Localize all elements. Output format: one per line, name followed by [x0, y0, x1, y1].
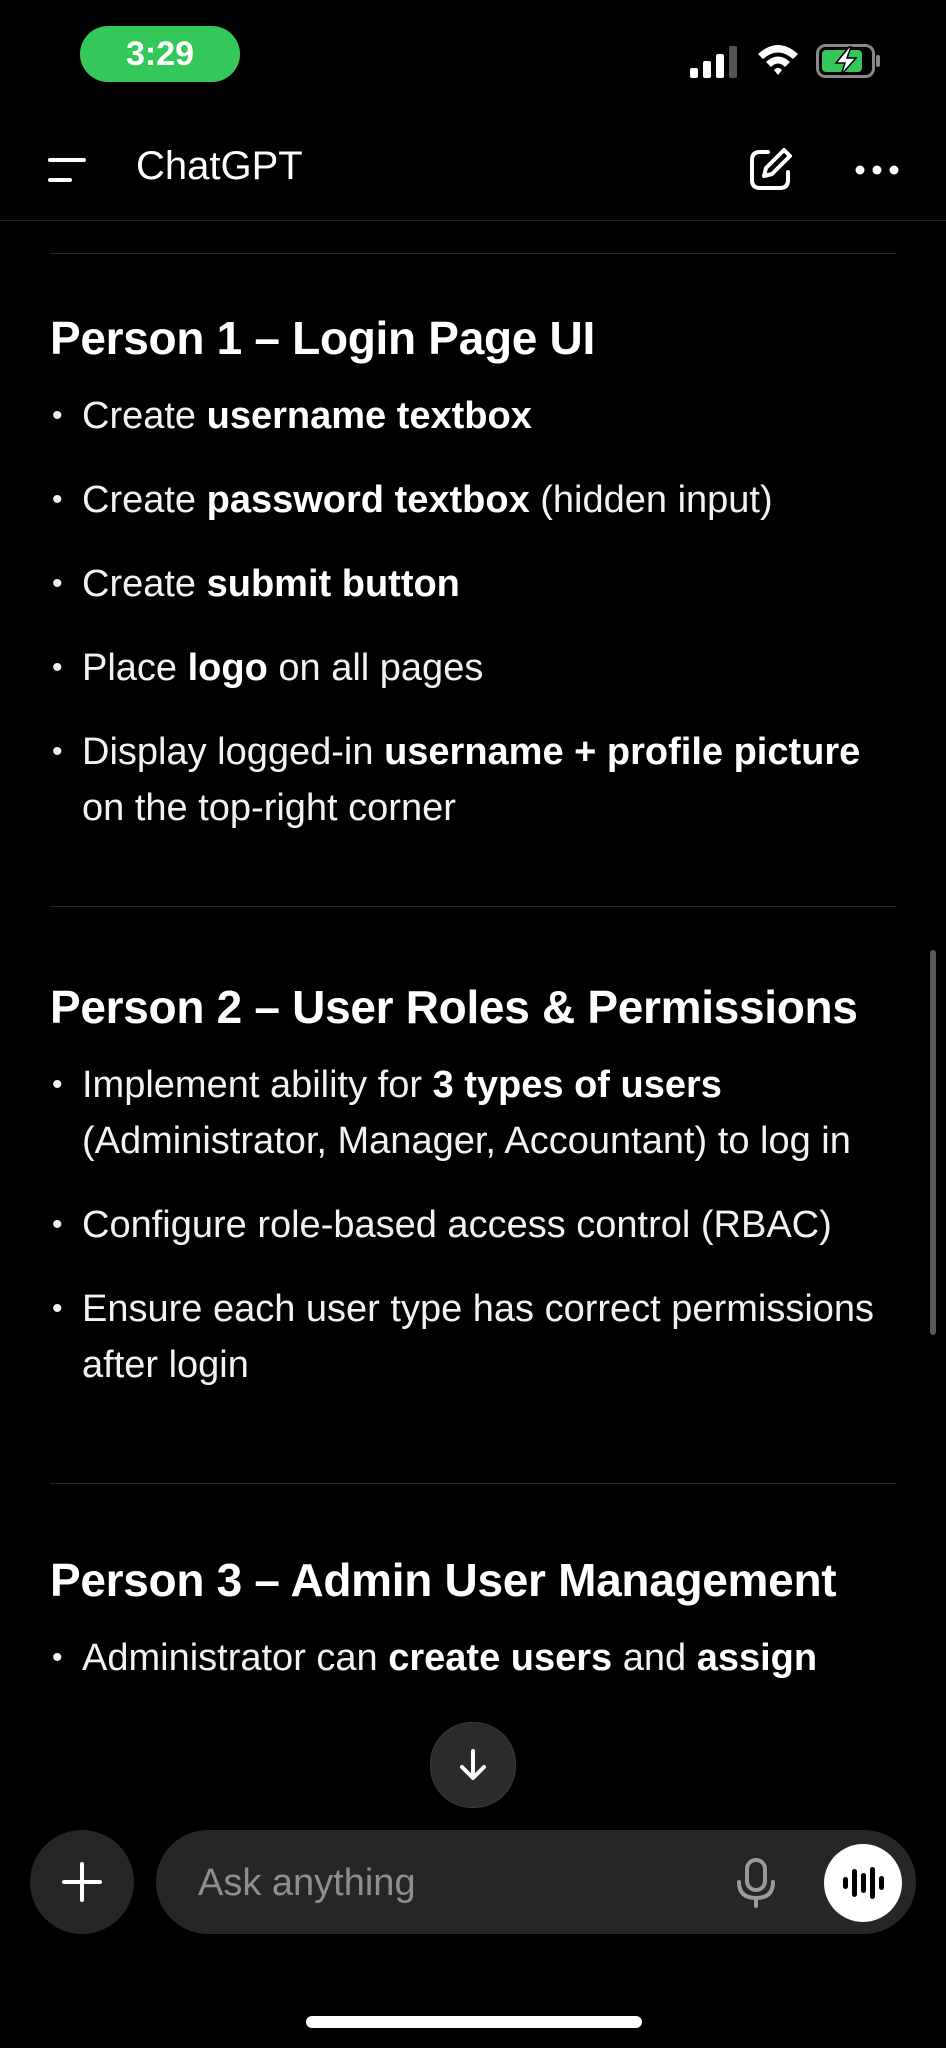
text-segment: Administrator can — [82, 1637, 389, 1679]
text-segment: (hidden input) — [529, 479, 773, 521]
bold-text: assign — [696, 1637, 818, 1679]
bold-text: password textbox — [206, 479, 530, 521]
text-segment: Ensure each user type has correct permis… — [82, 1288, 875, 1386]
composer — [156, 1830, 916, 1934]
menu-icon[interactable] — [44, 154, 90, 186]
battery-charging-icon — [816, 44, 880, 78]
plus-icon — [62, 1862, 102, 1902]
bullet-list: Administrator can create users and assig… — [50, 1630, 896, 1686]
list-item: Administrator can create users and assig… — [50, 1630, 896, 1686]
text-segment: Create — [82, 479, 207, 521]
app-title: ChatGPT — [136, 144, 303, 188]
compose-icon[interactable] — [746, 144, 796, 194]
bold-text: 3 types of users — [432, 1064, 722, 1106]
text-segment: on all pages — [267, 647, 484, 689]
message-input[interactable] — [196, 1854, 720, 1912]
microphone-icon[interactable] — [734, 1858, 778, 1908]
voice-mode-icon — [843, 1867, 884, 1899]
bold-text: create users — [388, 1637, 613, 1679]
section-person-1: Person 1 – Login Page UI Create username… — [0, 254, 946, 836]
cellular-signal-icon — [690, 46, 737, 78]
list-item: Configure role-based access control (RBA… — [50, 1197, 896, 1253]
section-title: Person 2 – User Roles & Permissions — [50, 981, 858, 1033]
status-bar: 3:29 — [0, 0, 946, 110]
bold-text: logo — [187, 647, 268, 689]
section-title: Person 3 – Admin User Management — [50, 1554, 837, 1606]
voice-mode-button[interactable] — [824, 1844, 902, 1922]
add-attachment-button[interactable] — [30, 1830, 134, 1934]
list-item: Create submit button — [50, 556, 896, 612]
section-title: Person 1 – Login Page UI — [50, 312, 595, 364]
text-segment: Create — [82, 563, 207, 605]
wifi-icon — [758, 45, 798, 75]
text-segment: Create — [82, 395, 207, 437]
app-header: ChatGPT — [0, 110, 946, 221]
list-item: Create password textbox (hidden input) — [50, 472, 896, 528]
bold-text: username textbox — [206, 395, 532, 437]
list-item: Place logo on all pages — [50, 640, 896, 696]
text-segment: Configure role-based access control (RBA… — [82, 1204, 832, 1246]
bold-text: username + profile picture — [384, 731, 861, 773]
text-segment: Place — [82, 647, 188, 689]
scroll-to-bottom-button[interactable] — [430, 1722, 516, 1808]
text-segment: Implement ability for — [82, 1064, 433, 1106]
chat-content: Person 1 – Login Page UI Create username… — [0, 221, 946, 1801]
arrow-down-icon — [460, 1749, 486, 1780]
text-segment: on the top-right corner — [82, 787, 456, 829]
bullet-list: Implement ability for 3 types of users (… — [50, 1057, 896, 1393]
home-indicator — [306, 2016, 642, 2028]
section-person-3: Person 3 – Admin User Management Adminis… — [0, 1484, 946, 1686]
list-item: Implement ability for 3 types of users (… — [50, 1057, 896, 1169]
text-segment: (Administrator, Manager, Accountant) to … — [82, 1120, 851, 1162]
bold-text: submit button — [206, 563, 460, 605]
bullet-list: Create username textboxCreate password t… — [50, 388, 896, 836]
text-segment: and — [612, 1637, 697, 1679]
list-item: Display logged-in username + profile pic… — [50, 724, 896, 836]
list-item: Create username textbox — [50, 388, 896, 444]
text-segment: Display logged-in — [82, 731, 385, 773]
section-person-2: Person 2 – User Roles & Permissions Impl… — [0, 907, 946, 1393]
more-icon[interactable] — [852, 150, 902, 190]
scroll-indicator[interactable] — [930, 950, 936, 1335]
status-time: 3:29 — [80, 26, 240, 82]
list-item: Ensure each user type has correct permis… — [50, 1281, 896, 1393]
